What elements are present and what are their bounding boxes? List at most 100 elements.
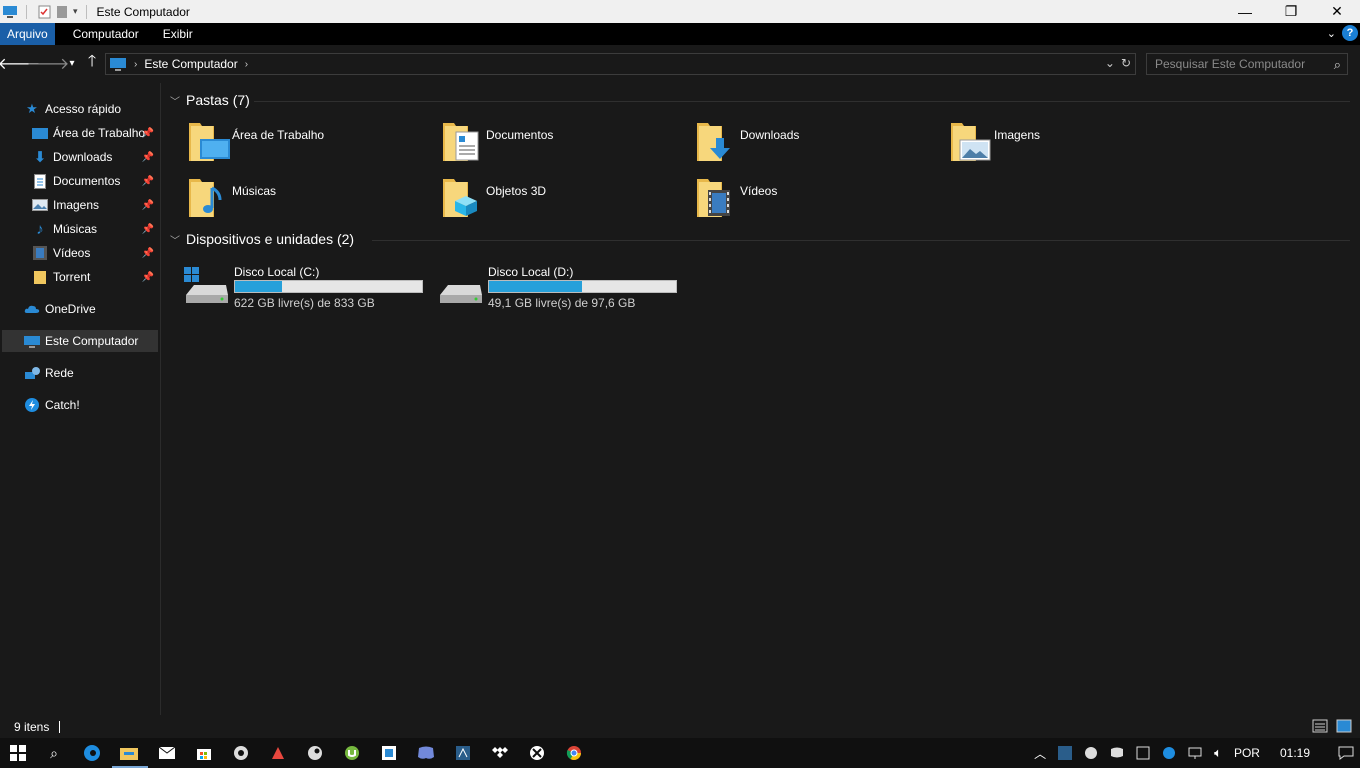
breadcrumb-chevron-icon[interactable]: › — [134, 59, 137, 70]
sidebar-item-this-pc[interactable]: Este Computador — [2, 330, 158, 352]
tab-computador[interactable]: Computador — [63, 23, 149, 45]
search-icon[interactable]: ⌕ — [44, 743, 64, 763]
sidebar-item-onedrive[interactable]: OneDrive — [24, 298, 158, 320]
pin-icon[interactable]: 📌 — [142, 200, 154, 211]
film-icon — [32, 245, 48, 261]
folders-group-title: Pastas (7) — [186, 92, 250, 108]
folder-name: Downloads — [740, 128, 800, 142]
app-red-icon[interactable] — [268, 743, 288, 763]
breadcrumb-this-pc[interactable]: Este Computador — [144, 57, 237, 71]
folder-icon — [32, 269, 48, 285]
drive-d[interactable]: Disco Local (D:) 49,1 GB livre(s) de 97,… — [438, 263, 688, 313]
recent-locations-chevron-icon[interactable]: ▾ — [62, 53, 82, 73]
folders-group-header[interactable]: ﹀ Pastas (7) — [170, 92, 250, 108]
sidebar-item-pictures[interactable]: Imagens 📌 — [32, 194, 158, 216]
expand-ribbon-chevron-icon[interactable]: ⌄ — [1327, 27, 1336, 40]
properties-icon[interactable] — [37, 5, 53, 19]
breadcrumb-chevron-icon[interactable]: › — [245, 59, 248, 70]
windows-drive-icon — [184, 267, 228, 303]
pin-icon[interactable]: 📌 — [142, 272, 154, 283]
computer-icon[interactable] — [2, 5, 18, 19]
sidebar-item-quick-access[interactable]: ★ Acesso rápido — [24, 98, 158, 120]
xbox-icon[interactable] — [527, 743, 547, 763]
tab-arquivo[interactable]: Arquivo — [0, 23, 55, 45]
downloads-folder-icon — [697, 123, 730, 161]
status-divider — [59, 720, 61, 733]
collapse-chevron-icon[interactable]: ﹀ — [170, 232, 180, 247]
maximize-button[interactable]: ❐ — [1268, 0, 1314, 23]
forward-arrow-icon[interactable]: 🡒 — [27, 53, 70, 73]
new-folder-icon[interactable] — [55, 5, 71, 19]
status-bar: 9 itens — [0, 715, 1360, 738]
utorrent-icon[interactable] — [342, 743, 362, 763]
search-box[interactable]: ⌕ — [1146, 53, 1348, 75]
close-button[interactable]: ✕ — [1314, 0, 1360, 23]
refresh-icon[interactable]: ↻ — [1121, 56, 1131, 70]
clock[interactable]: 01:19 — [1280, 746, 1310, 760]
tab-exibir[interactable]: Exibir — [153, 23, 203, 45]
volume-icon[interactable]: 🔈︎ — [1214, 745, 1222, 761]
discord-icon[interactable] — [416, 743, 436, 763]
folder-name: Documentos — [486, 128, 554, 142]
folder-music[interactable]: Músicas — [186, 176, 436, 228]
details-view-icon[interactable] — [1312, 719, 1328, 733]
minimize-button[interactable]: — — [1222, 0, 1268, 23]
store-icon[interactable] — [194, 743, 214, 763]
chrome-icon[interactable] — [564, 743, 584, 763]
sidebar-item-network[interactable]: Rede — [24, 362, 158, 384]
address-bar[interactable]: › Este Computador › ⌄ ↻ — [105, 53, 1136, 75]
pin-icon[interactable]: 📌 — [142, 128, 154, 139]
drive-name: Disco Local (D:) — [488, 265, 574, 279]
pin-icon[interactable]: 📌 — [142, 176, 154, 187]
discord-tray-icon[interactable] — [1110, 747, 1124, 759]
sidebar-item-downloads[interactable]: ⬇ Downloads 📌 — [32, 146, 158, 168]
app-blue-square-icon[interactable] — [379, 743, 399, 763]
search-input[interactable] — [1155, 57, 1325, 71]
app-circle-icon[interactable] — [231, 743, 251, 763]
app-dark-icon[interactable] — [453, 743, 473, 763]
drive-icon — [440, 285, 482, 303]
tray-box-icon[interactable] — [1136, 746, 1150, 760]
folder-documents[interactable]: Documentos — [440, 120, 690, 172]
file-explorer-icon[interactable] — [119, 743, 139, 763]
help-icon[interactable]: ? — [1342, 25, 1358, 41]
folder-downloads[interactable]: Downloads — [694, 120, 944, 172]
sidebar-item-torrent[interactable]: Torrent 📌 — [32, 266, 158, 288]
tidal-icon[interactable] — [490, 743, 510, 763]
drive-name: Disco Local (C:) — [234, 265, 320, 279]
folder-desktop[interactable]: Área de Trabalho — [186, 120, 436, 172]
sidebar-item-label: Downloads — [53, 150, 113, 164]
notifications-icon[interactable] — [1338, 746, 1354, 760]
sidebar-item-catch[interactable]: Catch! — [24, 394, 158, 416]
pin-icon[interactable]: 📌 — [142, 224, 154, 235]
mail-icon[interactable] — [157, 743, 177, 763]
tray-app-icon[interactable] — [1058, 746, 1073, 760]
pin-icon[interactable]: 📌 — [142, 248, 154, 259]
collapse-chevron-icon[interactable]: ﹀ — [170, 93, 180, 108]
sidebar-item-videos[interactable]: Vídeos 📌 — [32, 242, 158, 264]
folder-pictures[interactable]: Imagens — [948, 120, 1198, 172]
onedrive-tray-icon[interactable] — [1162, 746, 1176, 760]
start-windows-icon[interactable] — [8, 743, 28, 763]
drive-c[interactable]: Disco Local (C:) 622 GB livre(s) de 833 … — [184, 263, 434, 313]
customize-toolbar-chevron-icon[interactable]: ▾ — [73, 6, 78, 17]
drive-free-space: 622 GB livre(s) de 833 GB — [234, 296, 375, 310]
steam-icon[interactable] — [305, 743, 325, 763]
sidebar-item-music[interactable]: ♪ Músicas 📌 — [32, 218, 158, 240]
steam-tray-icon[interactable] — [1084, 746, 1098, 760]
folder-videos[interactable]: Vídeos — [694, 176, 944, 228]
drives-group-header[interactable]: ﹀ Dispositivos e unidades (2) — [170, 231, 354, 247]
folder-3d-objects[interactable]: Objetos 3D — [440, 176, 690, 228]
content-pane: ﹀ Pastas (7) Área de Trabalho Documentos — [162, 83, 1360, 715]
up-arrow-icon[interactable]: 🡑 — [82, 53, 102, 73]
search-icon[interactable]: ⌕ — [1334, 57, 1341, 73]
pin-icon[interactable]: 📌 — [142, 152, 154, 163]
edge-icon[interactable] — [82, 743, 102, 763]
large-icons-view-icon[interactable] — [1336, 719, 1352, 733]
show-hidden-icons-chevron-icon[interactable]: ︿ — [1034, 745, 1046, 762]
language-indicator[interactable]: POR — [1234, 746, 1260, 760]
network-tray-icon[interactable] — [1188, 746, 1202, 760]
address-history-chevron-icon[interactable]: ⌄ — [1105, 56, 1115, 70]
sidebar-item-desktop[interactable]: Área de Trabalho 📌 — [32, 122, 158, 144]
sidebar-item-documents[interactable]: Documentos 📌 — [32, 170, 158, 192]
